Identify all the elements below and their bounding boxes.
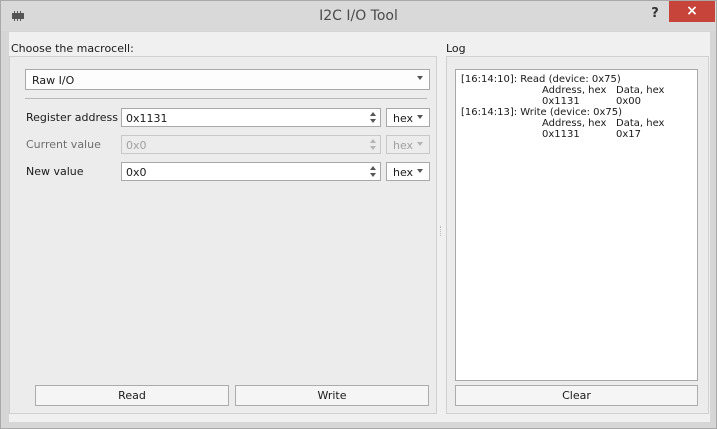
chevron-down-icon [417, 115, 423, 119]
current-value-base-select: hex [386, 135, 430, 154]
spin-down-icon [370, 146, 376, 150]
spin-down-icon[interactable] [370, 119, 376, 123]
new-value-base-select[interactable]: hex [386, 162, 430, 181]
macrocell-dropdown[interactable]: Raw I/O [25, 69, 430, 90]
spin-up-icon[interactable] [370, 166, 376, 170]
client-area: Choose the macrocell: Log Raw I/O Regist… [9, 32, 710, 422]
splitter-handle[interactable] [440, 226, 442, 236]
log-label: Log [446, 42, 466, 55]
register-address-label: Register address [26, 111, 119, 124]
current-value-label: Current value [26, 138, 101, 151]
new-value-label: New value [26, 165, 84, 178]
chevron-down-icon [417, 142, 423, 146]
log-entry: [16:14:13]: Write (device: 0x75) Address… [461, 107, 665, 140]
separator [25, 98, 427, 99]
register-address-base: hex [393, 112, 414, 125]
clear-button[interactable]: Clear [455, 385, 698, 406]
current-value-value: 0x0 [126, 139, 147, 152]
register-address-input[interactable]: 0x1131 [121, 108, 381, 127]
chevron-down-icon [417, 169, 423, 173]
register-address-base-select[interactable]: hex [386, 108, 430, 127]
window: I2C I/O Tool ? × Choose the macrocell: L… [0, 0, 717, 429]
register-address-value: 0x1131 [126, 112, 168, 125]
spin-up-icon[interactable] [370, 112, 376, 116]
spin-down-icon[interactable] [370, 173, 376, 177]
current-value-base: hex [393, 139, 414, 152]
current-value-spinner [368, 137, 378, 152]
spin-up-icon [370, 139, 376, 143]
write-button[interactable]: Write [235, 385, 429, 406]
macrocell-selected: Raw I/O [32, 74, 75, 87]
current-value-input: 0x0 [121, 135, 381, 154]
log-entry: [16:14:10]: Read (device: 0x75) Address,… [461, 74, 665, 107]
log-textarea[interactable]: [16:14:10]: Read (device: 0x75) Address,… [455, 69, 698, 381]
new-value-base: hex [393, 166, 414, 179]
macrocell-label: Choose the macrocell: [11, 42, 134, 55]
new-value-spinner[interactable] [368, 164, 378, 179]
help-icon[interactable]: ? [644, 4, 666, 24]
new-value-value: 0x0 [126, 166, 147, 179]
register-address-spinner[interactable] [368, 110, 378, 125]
window-title: I2C I/O Tool [319, 8, 398, 24]
title-bar[interactable]: I2C I/O Tool ? × [1, 1, 716, 31]
new-value-input[interactable]: 0x0 [121, 162, 381, 181]
close-icon[interactable]: × [669, 1, 715, 22]
chevron-down-icon [417, 76, 423, 80]
read-button[interactable]: Read [35, 385, 229, 406]
